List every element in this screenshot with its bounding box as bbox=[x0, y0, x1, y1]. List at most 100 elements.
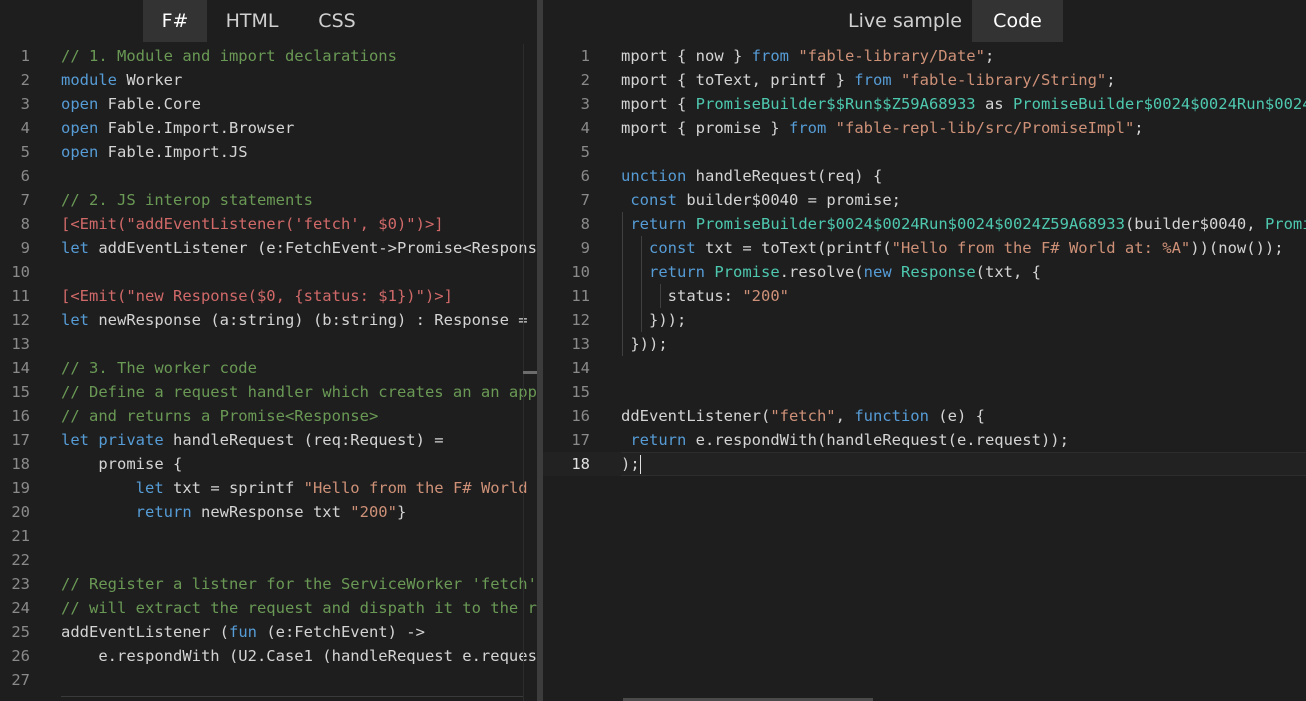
code-token: txt = sprintf bbox=[163, 479, 304, 497]
code-token: const bbox=[630, 191, 678, 209]
horizontal-scrollbar[interactable] bbox=[61, 696, 523, 697]
code-token: [<Emit("new Response($0, {status: $1})")… bbox=[61, 287, 453, 305]
code-text: [<Emit("addEventListener('fetch', $0)")>… bbox=[61, 212, 444, 236]
code-token: new bbox=[863, 263, 892, 281]
code-token: from bbox=[854, 71, 892, 89]
code-token: (builder$0040, bbox=[1124, 215, 1265, 233]
line-number: 4 bbox=[20, 119, 30, 137]
tab-code[interactable]: Code bbox=[972, 0, 1063, 42]
code-text: // Register a listner for the ServiceWor… bbox=[61, 572, 537, 596]
code-text: ddEventListener("fetch", function (e) { bbox=[621, 404, 985, 428]
code-line: 13 })); bbox=[543, 332, 1306, 356]
code-token: let bbox=[61, 239, 89, 257]
code-line: 7 // 2. JS interop statements bbox=[0, 188, 537, 212]
line-number: 27 bbox=[11, 671, 30, 689]
code-line: 15 bbox=[543, 380, 1306, 404]
code-token: (e:FetchEvent) -> bbox=[256, 623, 425, 641]
code-token: open bbox=[61, 95, 99, 113]
code-token: handleRequest(req) { bbox=[686, 167, 883, 185]
line-number: 24 bbox=[11, 599, 30, 617]
line-number: 7 bbox=[580, 191, 590, 209]
code-text: })); bbox=[621, 308, 686, 332]
code-token: newResponse (a:string) (b:string) : Resp… bbox=[98, 311, 537, 329]
code-line: 23 // Register a listner for the ServiceW… bbox=[0, 572, 537, 596]
line-number: 1 bbox=[20, 47, 30, 65]
js-code-viewer[interactable]: 1 mport { now } from "fable-library/Date"… bbox=[543, 44, 1306, 701]
line-number: 13 bbox=[11, 335, 30, 353]
tab-live-sample[interactable]: Live sample bbox=[838, 0, 972, 42]
code-line: 8 [<Emit("addEventListener('fetch', $0)")… bbox=[0, 212, 537, 236]
code-token: e.respondWith (U2.Case1 (handleRequest e… bbox=[61, 647, 537, 665]
code-token: fun bbox=[228, 623, 257, 641]
code-token: unction bbox=[621, 167, 687, 185]
code-token: [<Emit("addEventListener('fetch', $0)")>… bbox=[61, 215, 444, 233]
code-text: // and returns a Promise<Response> bbox=[61, 404, 378, 428]
line-number: 11 bbox=[11, 287, 30, 305]
line-number: 18 bbox=[571, 455, 590, 473]
code-token: promise { bbox=[61, 455, 183, 473]
code-line: 9 const txt = toText(printf("Hello from … bbox=[543, 236, 1306, 260]
tab-css[interactable]: CSS bbox=[297, 0, 377, 42]
line-number: 12 bbox=[11, 311, 30, 329]
code-line: 13 bbox=[0, 332, 537, 356]
tab-fsharp[interactable]: F# bbox=[143, 0, 207, 42]
code-text: let txt = sprintf "Hello from the F# Wor… bbox=[61, 476, 537, 500]
code-text: mport { toText, printf } from "fable-lib… bbox=[621, 68, 1116, 92]
tab-html[interactable]: HTML bbox=[207, 0, 297, 42]
code-token: as bbox=[975, 95, 1013, 113]
code-token: ddEventListener( bbox=[621, 407, 771, 425]
code-line: 3 open Fable.Core bbox=[0, 92, 537, 116]
line-number: 2 bbox=[20, 71, 30, 89]
code-token: ; bbox=[984, 47, 995, 65]
code-text: mport { promise } from "fable-repl-lib/s… bbox=[621, 116, 1144, 140]
code-line: 10 bbox=[0, 260, 537, 284]
code-line: 17 return e.respondWith(handleRequest(e.… bbox=[543, 428, 1306, 452]
code-text: // will extract the request and dispath … bbox=[61, 596, 537, 620]
code-token: "fable-library/Date" bbox=[798, 47, 985, 65]
code-line: 7 const builder$0040 = promise; bbox=[543, 188, 1306, 212]
line-number: 17 bbox=[11, 431, 30, 449]
code-line: 10 return Promise.resolve(new Response(t… bbox=[543, 260, 1306, 284]
text-cursor bbox=[639, 455, 641, 474]
code-token: status: bbox=[621, 287, 743, 305]
code-token: builder$0040 = promise; bbox=[677, 191, 901, 209]
code-token: from bbox=[788, 119, 827, 137]
code-token: function bbox=[854, 407, 929, 425]
code-text: // 2. JS interop statements bbox=[61, 188, 313, 212]
code-line: 17 let private handleRequest (req:Request… bbox=[0, 428, 537, 452]
code-token: return bbox=[135, 503, 192, 521]
code-text: return newResponse txt "200"} bbox=[61, 500, 407, 524]
code-token: (txt, { bbox=[975, 263, 1041, 281]
line-number: 19 bbox=[11, 479, 30, 497]
code-token: (e) { bbox=[928, 407, 985, 425]
fsharp-code-editor[interactable]: 1 // 1. Module and import declarations 2 mo… bbox=[0, 44, 537, 701]
code-token: // 2. JS interop statements bbox=[61, 191, 313, 209]
code-token: PromiseBuilder$0024$0024Delay bbox=[1264, 215, 1306, 233]
code-line: 16 // and returns a Promise<Response> bbox=[0, 404, 537, 428]
line-number: 13 bbox=[571, 335, 590, 353]
line-number: 8 bbox=[580, 215, 590, 233]
code-line: 6 bbox=[0, 164, 537, 188]
code-token: mport { toText, printf } bbox=[621, 71, 855, 89]
code-text: })); bbox=[621, 332, 667, 356]
code-line: 18); bbox=[543, 452, 1306, 476]
code-line: 25 addEventListener (fun (e:FetchEvent) -… bbox=[0, 620, 537, 644]
code-line: 5 bbox=[543, 140, 1306, 164]
line-number: 16 bbox=[571, 407, 590, 425]
code-token: "Hello from the F# World at: %A" bbox=[303, 479, 537, 497]
code-token: txt = toText(printf( bbox=[695, 239, 892, 257]
overview-ruler-marker bbox=[523, 371, 537, 374]
code-token: Promise bbox=[714, 263, 780, 281]
code-line: 21 bbox=[0, 524, 537, 548]
code-line: 6 unction handleRequest(req) { bbox=[543, 164, 1306, 188]
code-token: mport { promise } bbox=[621, 119, 789, 137]
code-line: 2 mport { toText, printf } from "fable-li… bbox=[543, 68, 1306, 92]
